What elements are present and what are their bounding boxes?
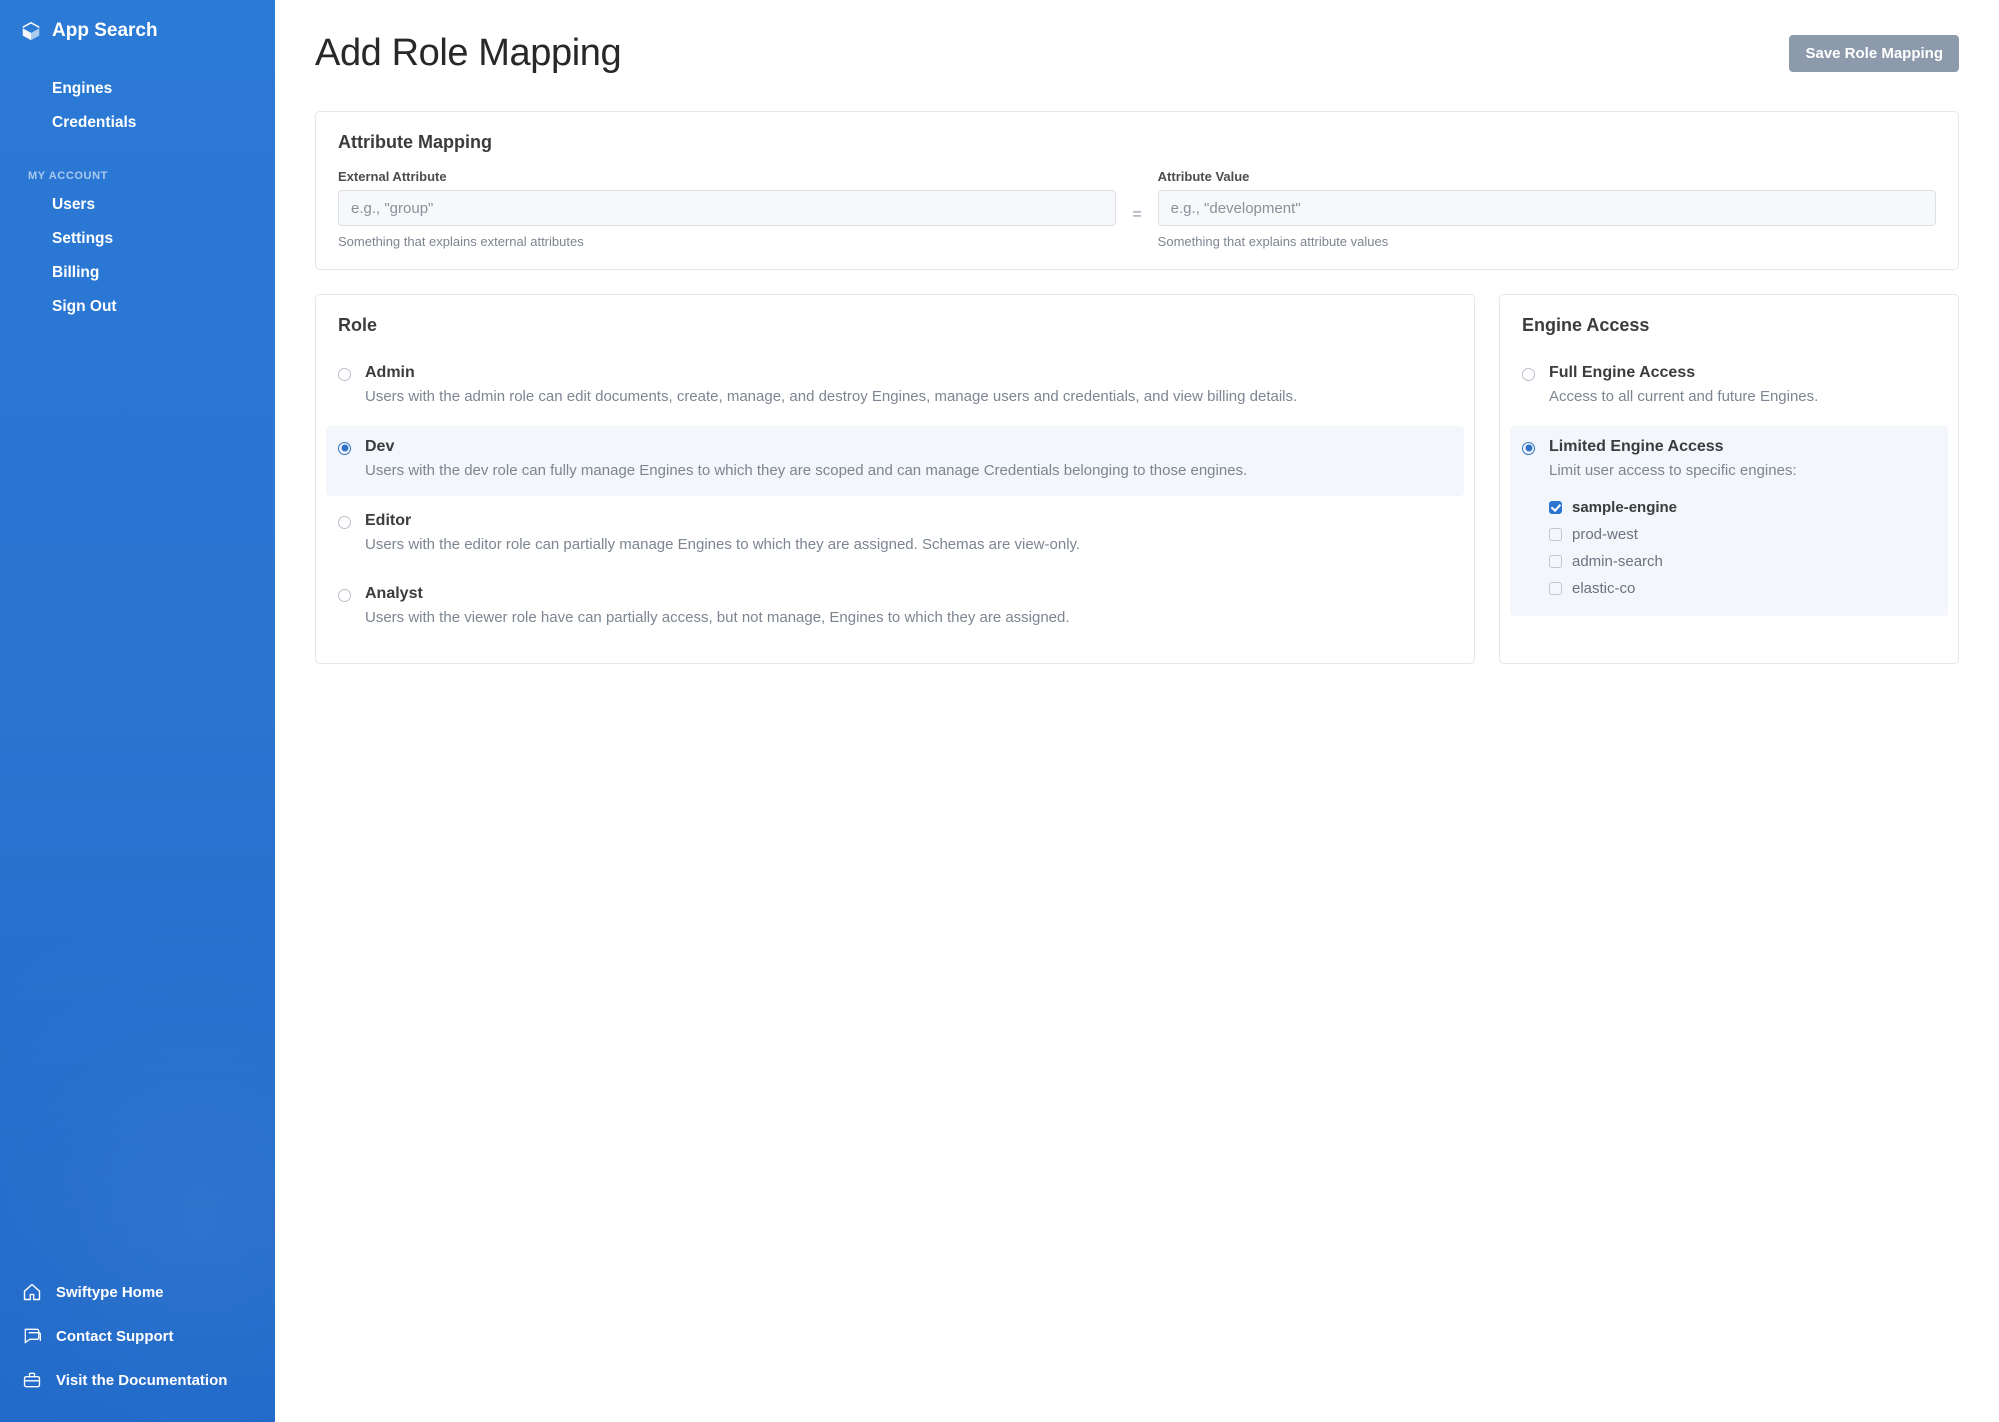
nav-item-credentials[interactable]: Credentials	[0, 106, 275, 140]
logo-icon	[20, 20, 42, 42]
engine-label: prod-west	[1572, 526, 1638, 543]
nav-item-engines[interactable]: Engines	[0, 72, 275, 106]
main: Add Role Mapping Save Role Mapping Attri…	[275, 0, 1999, 1422]
role-option-editor[interactable]: Editor Users with the editor role can par…	[326, 500, 1464, 570]
role-option-dev[interactable]: Dev Users with the dev role can fully man…	[326, 426, 1464, 496]
engine-checkbox-row[interactable]: elastic-co	[1549, 575, 1936, 602]
checkbox-icon	[1549, 555, 1562, 568]
engine-checkbox-row[interactable]: admin-search	[1549, 548, 1936, 575]
card-title: Role	[338, 315, 1452, 336]
radio-icon	[338, 442, 351, 455]
page-title: Add Role Mapping	[315, 32, 621, 75]
role-option-title: Dev	[365, 438, 1452, 456]
external-attribute-field: External Attribute Something that explai…	[338, 169, 1116, 249]
brand-title: App Search	[52, 20, 158, 42]
engine-label: elastic-co	[1572, 580, 1635, 597]
page-header: Add Role Mapping Save Role Mapping	[315, 32, 1959, 75]
brand: App Search	[0, 0, 275, 60]
role-option-description: Users with the editor role can partially…	[365, 534, 1452, 556]
chat-icon	[22, 1326, 42, 1346]
link-swiftype-home[interactable]: Swiftype Home	[0, 1270, 275, 1314]
engine-access-card: Engine Access Full Engine Access Access t…	[1499, 294, 1959, 664]
engine-access-options: Full Engine Access Access to all current …	[1522, 352, 1936, 616]
home-icon	[22, 1282, 42, 1302]
link-documentation[interactable]: Visit the Documentation	[0, 1358, 275, 1402]
checkbox-icon	[1549, 501, 1562, 514]
nav-item-billing[interactable]: Billing	[0, 256, 275, 290]
link-label: Visit the Documentation	[56, 1372, 227, 1389]
engine-access-option-limited[interactable]: Limited Engine Access Limit user access t…	[1510, 426, 1948, 616]
nav-item-users[interactable]: Users	[0, 188, 275, 222]
role-option-title: Editor	[365, 512, 1452, 530]
attribute-value-input[interactable]	[1158, 190, 1936, 226]
engine-access-option-title: Limited Engine Access	[1549, 438, 1936, 456]
role-option-description: Users with the admin role can edit docum…	[365, 386, 1452, 408]
role-option-admin[interactable]: Admin Users with the admin role can edit …	[326, 352, 1464, 422]
role-card: Role Admin Users with the admin role can …	[315, 294, 1475, 664]
nav-item-settings[interactable]: Settings	[0, 222, 275, 256]
field-hint: Something that explains attribute values	[1158, 234, 1936, 249]
engine-checkbox-row[interactable]: prod-west	[1549, 521, 1936, 548]
sidebar-bottom: Swiftype Home Contact Support Visit the …	[0, 1260, 275, 1422]
role-option-description: Users with the dev role can fully manage…	[365, 460, 1452, 482]
field-label: External Attribute	[338, 169, 1116, 184]
role-options: Admin Users with the admin role can edit …	[338, 352, 1452, 643]
field-label: Attribute Value	[1158, 169, 1936, 184]
sidebar: App Search Engines Credentials MY ACCOUN…	[0, 0, 275, 1422]
nav-primary: Engines Credentials	[0, 60, 275, 148]
attribute-value-field: Attribute Value Something that explains …	[1158, 169, 1936, 249]
nav-item-signout[interactable]: Sign Out	[0, 290, 275, 324]
engine-access-option-description: Access to all current and future Engines…	[1549, 386, 1936, 408]
engine-access-option-description: Limit user access to specific engines:	[1549, 460, 1936, 482]
engine-checkbox-row[interactable]: sample-engine	[1549, 494, 1936, 521]
field-hint: Something that explains external attribu…	[338, 234, 1116, 249]
role-option-title: Admin	[365, 364, 1452, 382]
radio-icon	[1522, 368, 1535, 381]
radio-icon	[1522, 442, 1535, 455]
attribute-mapping-card: Attribute Mapping External Attribute Som…	[315, 111, 1959, 270]
nav-account: MY ACCOUNT Users Settings Billing Sign O…	[0, 148, 275, 332]
external-attribute-input[interactable]	[338, 190, 1116, 226]
radio-icon	[338, 589, 351, 602]
role-option-description: Users with the viewer role have can part…	[365, 607, 1452, 629]
card-title: Attribute Mapping	[338, 132, 1936, 153]
engine-access-option-full[interactable]: Full Engine Access Access to all current …	[1510, 352, 1948, 422]
engine-label: sample-engine	[1572, 499, 1677, 516]
checkbox-icon	[1549, 582, 1562, 595]
link-label: Swiftype Home	[56, 1284, 164, 1301]
briefcase-icon	[22, 1370, 42, 1390]
role-option-analyst[interactable]: Analyst Users with the viewer role have c…	[326, 573, 1464, 643]
link-label: Contact Support	[56, 1328, 174, 1345]
card-title: Engine Access	[1522, 315, 1936, 336]
engine-list: sample-engine prod-west admin-search elasti…	[1549, 494, 1936, 602]
role-option-title: Analyst	[365, 585, 1452, 603]
engine-access-option-title: Full Engine Access	[1549, 364, 1936, 382]
radio-icon	[338, 516, 351, 529]
engine-label: admin-search	[1572, 553, 1663, 570]
radio-icon	[338, 368, 351, 381]
save-role-mapping-button[interactable]: Save Role Mapping	[1789, 35, 1959, 72]
equals-label: =	[1132, 194, 1141, 224]
nav-account-label: MY ACCOUNT	[0, 160, 275, 188]
checkbox-icon	[1549, 528, 1562, 541]
link-contact-support[interactable]: Contact Support	[0, 1314, 275, 1358]
